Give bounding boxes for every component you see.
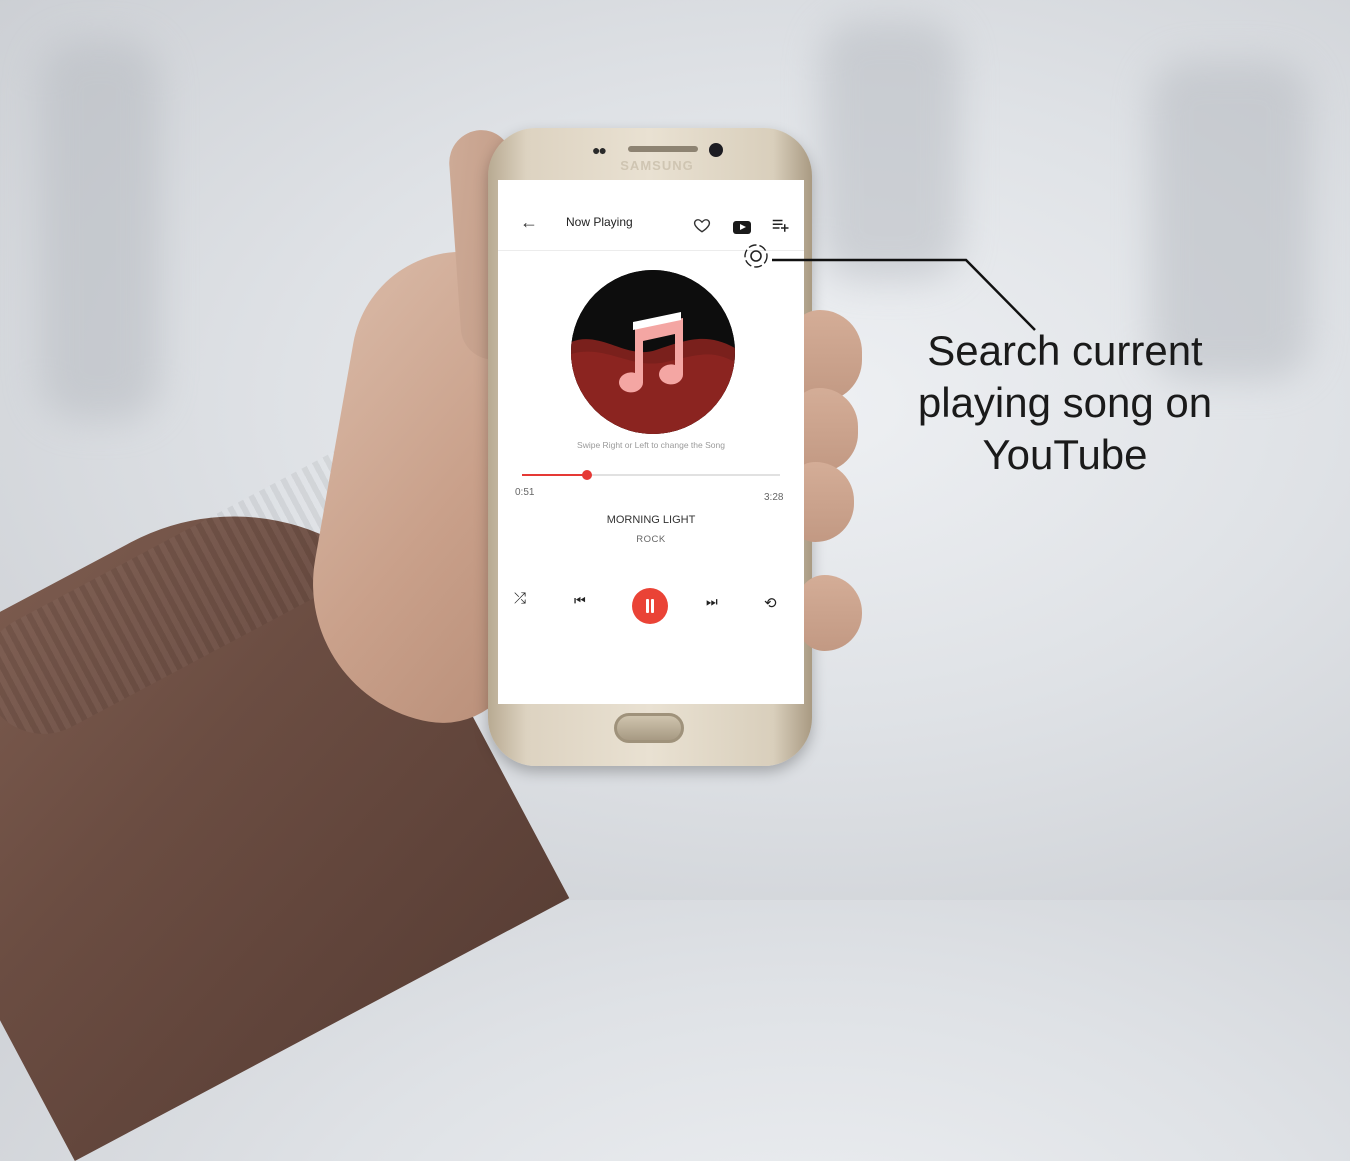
callout-text: Search current playing song on YouTube [917,327,1213,478]
